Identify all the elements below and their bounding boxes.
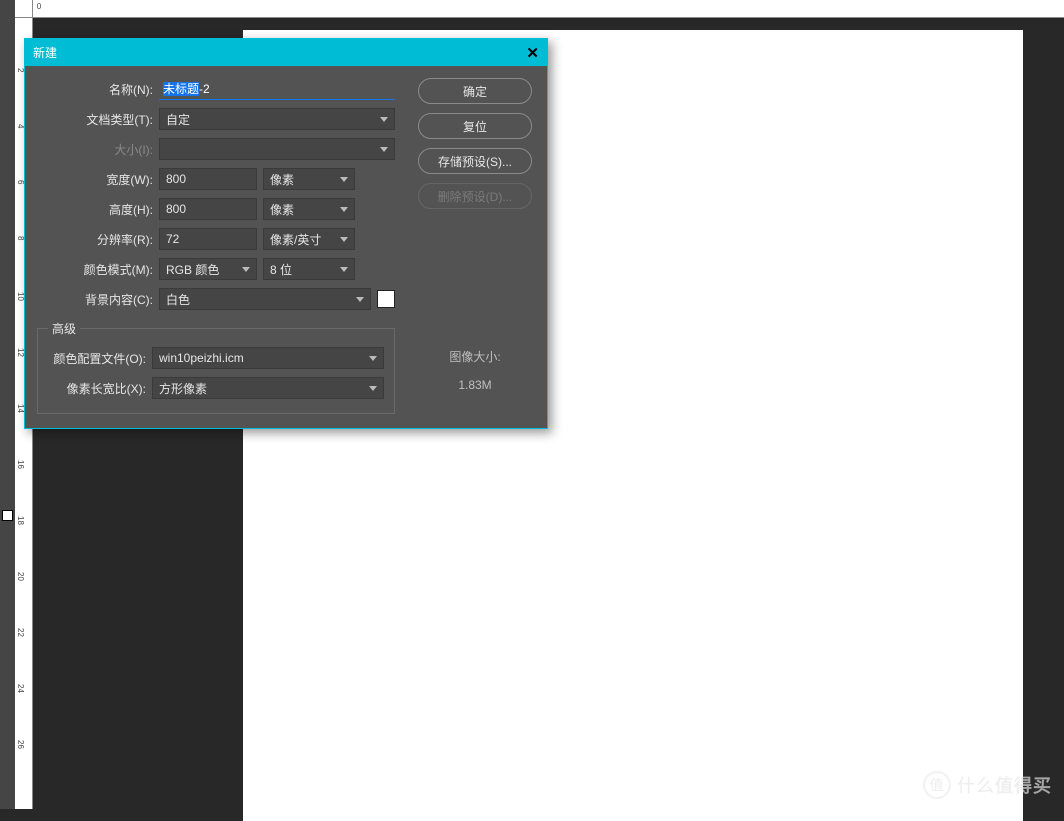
height-label: 高度(H): bbox=[37, 201, 153, 218]
width-input[interactable]: 800 bbox=[159, 168, 257, 190]
ruler-tick: 22 bbox=[16, 628, 24, 637]
name-label: 名称(N): bbox=[37, 81, 153, 98]
dialog-titlebar[interactable]: 新建 ✕ bbox=[25, 39, 547, 66]
width-label: 宽度(W): bbox=[37, 171, 153, 188]
ruler-tick: 16 bbox=[16, 460, 24, 469]
foreground-color-swatch[interactable] bbox=[2, 510, 13, 521]
ruler-origin bbox=[15, 0, 33, 18]
ruler-tick: 20 bbox=[16, 572, 24, 581]
image-size-value: 1.83M bbox=[458, 378, 491, 392]
ruler-tick: 8 bbox=[16, 236, 24, 240]
width-unit-select[interactable]: 像素 bbox=[263, 168, 355, 190]
background-select[interactable]: 白色 bbox=[159, 288, 371, 310]
ruler-tick: 0 bbox=[37, 2, 41, 11]
pixel-aspect-label: 像素长宽比(X): bbox=[48, 380, 146, 397]
new-document-dialog: 新建 ✕ 名称(N): 未标题-2 文档类型(T): 自定 大小(I): 宽度(… bbox=[24, 38, 548, 429]
background-label: 背景内容(C): bbox=[37, 291, 153, 308]
watermark: 值 什么值得买 bbox=[923, 771, 1052, 799]
advanced-legend: 高级 bbox=[48, 320, 80, 337]
watermark-icon: 值 bbox=[923, 771, 951, 799]
profile-label: 颜色配置文件(O): bbox=[48, 350, 146, 367]
ruler-tick: 24 bbox=[16, 684, 24, 693]
ok-button[interactable]: 确定 bbox=[418, 78, 532, 104]
resolution-input[interactable]: 72 bbox=[159, 228, 257, 250]
doctype-label: 文档类型(T): bbox=[37, 111, 153, 128]
background-swatch[interactable] bbox=[377, 290, 395, 308]
color-mode-label: 颜色模式(M): bbox=[37, 261, 153, 278]
save-preset-button[interactable]: 存储预设(S)... bbox=[418, 148, 532, 174]
ruler-tick: 4 bbox=[16, 124, 24, 128]
height-unit-select[interactable]: 像素 bbox=[263, 198, 355, 220]
resolution-unit-select[interactable]: 像素/英寸 bbox=[263, 228, 355, 250]
dialog-title: 新建 bbox=[33, 44, 57, 61]
ruler-horizontal[interactable]: 0 bbox=[15, 0, 1064, 18]
ruler-tick: 6 bbox=[16, 180, 24, 184]
resolution-label: 分辨率(R): bbox=[37, 231, 153, 248]
reset-button[interactable]: 复位 bbox=[418, 113, 532, 139]
size-select bbox=[159, 138, 395, 160]
color-mode-select[interactable]: RGB 颜色 bbox=[159, 258, 257, 280]
ruler-tick: 26 bbox=[16, 740, 24, 749]
doctype-select[interactable]: 自定 bbox=[159, 108, 395, 130]
ruler-tick: 12 bbox=[16, 348, 24, 357]
ruler-tick: 10 bbox=[16, 292, 24, 301]
color-depth-select[interactable]: 8 位 bbox=[263, 258, 355, 280]
close-icon[interactable]: ✕ bbox=[526, 44, 539, 62]
delete-preset-button: 删除预设(D)... bbox=[418, 183, 532, 209]
left-toolbar[interactable] bbox=[0, 0, 15, 809]
name-input[interactable]: 未标题-2 bbox=[159, 78, 395, 100]
ruler-tick: 14 bbox=[16, 404, 24, 413]
image-size-label: 图像大小: bbox=[449, 348, 500, 365]
ruler-tick: 2 bbox=[16, 68, 24, 72]
size-label: 大小(I): bbox=[37, 141, 153, 158]
ruler-tick: 18 bbox=[16, 516, 24, 525]
advanced-fieldset: 高级 颜色配置文件(O): win10peizhi.icm 像素长宽比(X): … bbox=[37, 320, 395, 414]
height-input[interactable]: 800 bbox=[159, 198, 257, 220]
pixel-aspect-select[interactable]: 方形像素 bbox=[152, 377, 384, 399]
profile-select[interactable]: win10peizhi.icm bbox=[152, 347, 384, 369]
